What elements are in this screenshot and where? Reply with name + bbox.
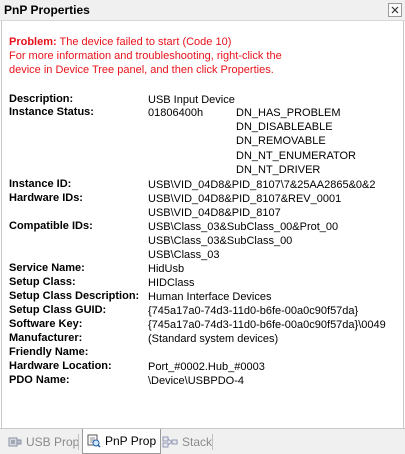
hardware-id: USB\VID_04D8&PID_8107 (148, 207, 281, 219)
tab-stack-label: Stack (182, 435, 213, 449)
problem-help-line-2: device in Device Tree panel, and then cl… (9, 64, 274, 76)
problem-help-line-1: For more information and troubleshooting… (9, 50, 282, 62)
problem-notice: Problem: The device failed to start (Cod… (9, 35, 389, 77)
setup-class-guid-value: {745a17a0-74d3-11d0-b6fe-00a0c90f57da} (148, 305, 359, 317)
compatible-id: USB\Class_03&SubClass_00&Prot_00 (148, 221, 339, 233)
friendly-name-label: Friendly Name: (9, 346, 89, 358)
tab-usb-prop[interactable]: USB Prop (4, 431, 83, 453)
tab-bar: USB Prop PnP Prop Stack (0, 428, 405, 454)
setup-class-label: Setup Class: (9, 276, 76, 288)
stack-icon (162, 436, 178, 448)
instance-status-label: Instance Status: (9, 106, 94, 118)
tab-separator (212, 434, 213, 450)
close-button[interactable] (388, 3, 402, 17)
pdo-name-value: \Device\USBPDO-4 (148, 375, 244, 387)
hardware-id: USB\VID_04D8&PID_8107&REV_0001 (148, 193, 342, 205)
instance-id-label: Instance ID: (9, 178, 72, 190)
instance-status-flags: DN_HAS_PROBLEM DN_DISABLEABLE DN_REMOVAB… (236, 106, 356, 177)
setup-class-description-value: Human Interface Devices (148, 291, 272, 303)
pdo-name-label: PDO Name: (9, 374, 70, 386)
instance-status-value: 01806400h (148, 107, 204, 119)
hardware-ids-values: USB\VID_04D8&PID_8107&REV_0001 USB\VID_0… (148, 192, 341, 220)
status-flag: DN_NT_ENUMERATOR (236, 149, 356, 162)
problem-message: The device failed to start (Code 10) (59, 36, 232, 48)
software-key-label: Software Key: (9, 318, 83, 330)
description-value: USB Input Device (148, 94, 235, 106)
hardware-ids-label: Hardware IDs: (9, 192, 83, 204)
instance-id-value: USB\VID_04D8&PID_8107\7&25AA2865&0&2 (148, 179, 376, 191)
hardware-location-label: Hardware Location: (9, 360, 112, 372)
close-icon (391, 6, 399, 14)
setup-class-guid-label: Setup Class GUID: (9, 304, 107, 316)
tab-pnp-prop-label: PnP Prop (105, 434, 157, 448)
status-flag: DN_DISABLEABLE (236, 121, 333, 134)
compatible-ids-values: USB\Class_03&SubClass_00&Prot_00 USB\Cla… (148, 220, 338, 262)
software-key-value: {745a17a0-74d3-11d0-b6fe-00a0c90f57da}\0… (148, 319, 386, 331)
hardware-location-value: Port_#0002.Hub_#0003 (148, 361, 265, 373)
status-flag: DN_NT_DRIVER (236, 163, 321, 176)
status-flag: DN_HAS_PROBLEM (236, 107, 341, 119)
tab-pnp-prop[interactable]: PnP Prop (82, 429, 162, 454)
setup-class-value: HIDClass (148, 277, 195, 289)
tab-stack[interactable]: Stack (158, 431, 216, 453)
manufacturer-label: Manufacturer: (9, 332, 83, 344)
service-name-value: HidUsb (148, 263, 185, 275)
manufacturer-value: (Standard system devices) (148, 333, 279, 345)
compatible-id: USB\Class_03&SubClass_00 (148, 235, 293, 247)
tab-usb-prop-label: USB Prop (26, 435, 80, 449)
title-bar: PnP Properties (0, 0, 405, 21)
description-label: Description: (9, 93, 74, 105)
window-title: PnP Properties (4, 3, 90, 17)
problem-label: Problem: (9, 36, 57, 48)
magnifier-icon (87, 434, 101, 448)
status-flag: DN_REMOVABLE (236, 135, 326, 148)
compatible-id: USB\Class_03 (148, 249, 220, 261)
compatible-ids-label: Compatible IDs: (9, 220, 93, 232)
service-name-label: Service Name: (9, 262, 85, 274)
tab-separator (78, 434, 79, 450)
usb-icon (8, 437, 22, 447)
setup-class-description-label: Setup Class Description: (9, 290, 140, 302)
